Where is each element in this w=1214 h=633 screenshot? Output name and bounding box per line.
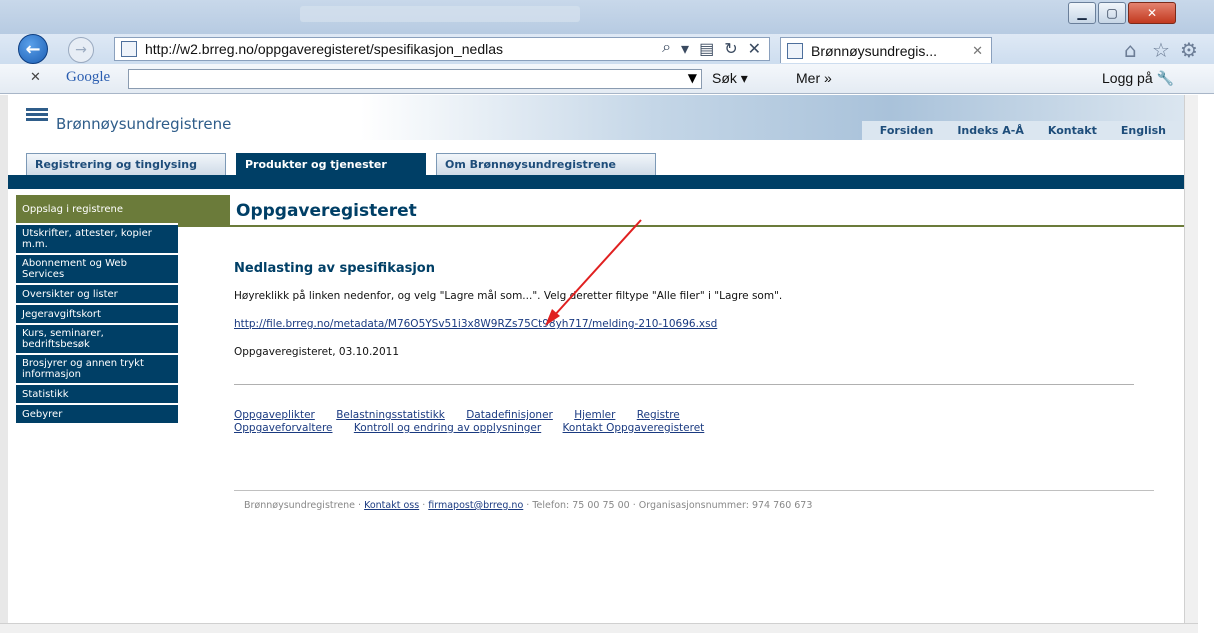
google-more-button[interactable]: Mer »: [796, 70, 832, 86]
footer-contact-link[interactable]: Kontakt oss: [364, 500, 419, 511]
stop-icon[interactable]: ✕: [748, 39, 761, 59]
minimize-button[interactable]: ▁: [1068, 2, 1096, 24]
footer-divider: [234, 490, 1154, 491]
tab-registrering[interactable]: Registrering og tinglysing: [26, 153, 226, 175]
search-icon[interactable]: ⌕: [662, 39, 671, 59]
top-links: Forsiden Indeks A-Å Kontakt English: [861, 121, 1184, 140]
toplink-english[interactable]: English: [1121, 124, 1166, 137]
page-viewport: Brønnøysundregistrene Forsiden Indeks A-…: [8, 95, 1184, 623]
google-login-button[interactable]: Logg på 🔧: [1102, 70, 1174, 87]
footer-org: Brønnøysundregistrene: [244, 500, 356, 511]
sidebar-item-statistikk[interactable]: Statistikk: [16, 385, 178, 403]
content-heading: Nedlasting av spesifikasjon: [234, 261, 435, 276]
title-bar: [0, 0, 1214, 34]
link-hjemler[interactable]: Hjemler: [574, 409, 615, 421]
tab-page-icon: [787, 42, 803, 59]
site-footer: Brønnøysundregistrene · Kontakt oss · fi…: [244, 500, 813, 511]
link-kontakt-oppgaveregisteret[interactable]: Kontakt Oppgaveregisteret: [563, 422, 705, 434]
toplink-indeks[interactable]: Indeks A-Å: [957, 124, 1024, 137]
link-kontroll[interactable]: Kontroll og endring av opplysninger: [354, 422, 541, 434]
link-datadefinisjoner[interactable]: Datadefinisjoner: [466, 409, 553, 421]
xsd-download-link[interactable]: http://file.brreg.no/metadata/M76O5YSv51…: [234, 318, 717, 330]
address-url[interactable]: http://w2.brreg.no/oppgaveregisteret/spe…: [145, 41, 662, 57]
title-accent: [178, 195, 230, 227]
date-line: Oppgaveregisteret, 03.10.2011: [234, 346, 400, 358]
tab-stripe: [8, 175, 1184, 189]
footer-email-link[interactable]: firmapost@brreg.no: [428, 500, 523, 511]
bottom-links-row1: Oppgaveplikter Belastningsstatistikk Dat…: [234, 409, 698, 421]
window-left-edge: [0, 95, 8, 623]
page-title: Oppgaveregisteret: [236, 201, 417, 221]
sidebar-item-brosjyrer[interactable]: Brosjyrer og annen trykt informasjon: [16, 355, 178, 383]
toplink-forsiden[interactable]: Forsiden: [880, 124, 934, 137]
sidebar-item-kurs[interactable]: Kurs, seminarer, bedriftsbesøk: [16, 325, 178, 353]
tab-om[interactable]: Om Brønnøysundregistrene: [436, 153, 656, 175]
bottom-links-row2: Oppgaveforvaltere Kontroll og endring av…: [234, 422, 722, 434]
horizontal-scrollbar[interactable]: [0, 623, 1198, 633]
google-search-label: Søk: [712, 70, 737, 86]
footer-orgnr: Organisasjonsnummer: 974 760 673: [638, 500, 813, 511]
google-search-button[interactable]: Søk ▾: [712, 70, 748, 87]
sidebar-menu: Oppslag i registrene Utskrifter, atteste…: [16, 195, 178, 425]
footer-phone: Telefon: 75 00 75 00: [532, 500, 630, 511]
link-belastningsstatistikk[interactable]: Belastningsstatistikk: [336, 409, 445, 421]
favorites-star-icon[interactable]: ☆: [1152, 38, 1170, 62]
sidebar-item-abonnement[interactable]: Abonnement og Web Services: [16, 255, 178, 283]
compat-icon[interactable]: ▤: [699, 39, 714, 59]
google-logo: Google: [66, 69, 111, 85]
maximize-button[interactable]: ▢: [1098, 2, 1126, 24]
window-title: [300, 6, 580, 22]
tab-produkter[interactable]: Produkter og tjenester: [236, 153, 426, 175]
main-content: Nedlasting av spesifikasjon Høyreklikk p…: [234, 261, 1164, 374]
brreg-logo-icon: [26, 108, 48, 124]
forward-button[interactable]: →: [68, 37, 94, 63]
back-button[interactable]: ←: [18, 34, 48, 64]
site-name[interactable]: Brønnøysundregistrene: [56, 115, 231, 133]
instruction-text: Høyreklikk på linken nedenfor, og velg "…: [234, 290, 783, 302]
google-search-input[interactable]: ▼: [128, 69, 702, 89]
toolbar-close-icon[interactable]: ✕: [30, 70, 41, 85]
tab-title: Brønnøysundregis...: [811, 42, 938, 59]
browser-tab[interactable]: Brønnøysundregis... ✕: [780, 37, 992, 63]
sidebar-item-gebyrer[interactable]: Gebyrer: [16, 405, 178, 423]
link-registre[interactable]: Registre: [637, 409, 680, 421]
sidebar-item-oversikter[interactable]: Oversikter og lister: [16, 285, 178, 303]
google-login-label: Logg på: [1102, 70, 1153, 86]
link-oppgaveplikter[interactable]: Oppgaveplikter: [234, 409, 315, 421]
page-header: Oppgaveregisteret: [230, 195, 1184, 227]
vertical-scrollbar[interactable]: [1184, 95, 1198, 623]
refresh-icon[interactable]: ↻: [724, 39, 737, 59]
sidebar-item-utskrifter[interactable]: Utskrifter, attester, kopier m.m.: [16, 225, 178, 253]
address-bar[interactable]: http://w2.brreg.no/oppgaveregisteret/spe…: [114, 37, 770, 61]
page-icon: [121, 41, 137, 57]
dropdown-icon[interactable]: ▾: [681, 39, 689, 59]
settings-gear-icon[interactable]: ⚙: [1180, 38, 1198, 62]
tab-close-icon[interactable]: ✕: [972, 43, 983, 59]
sidebar-item-jegeravgiftskort[interactable]: Jegeravgiftskort: [16, 305, 178, 323]
home-icon[interactable]: ⌂: [1124, 38, 1137, 62]
google-more-label: Mer: [796, 70, 821, 86]
toplink-kontakt[interactable]: Kontakt: [1048, 124, 1097, 137]
close-window-button[interactable]: ✕: [1128, 2, 1176, 24]
sidebar-item-oppslag[interactable]: Oppslag i registrene: [16, 195, 178, 223]
search-dropdown-icon[interactable]: ▼: [688, 71, 697, 85]
site-header: Brønnøysundregistrene Forsiden Indeks A-…: [8, 95, 1184, 140]
divider: [234, 384, 1134, 385]
browser-window: ▁ ▢ ✕ ← → http://w2.brreg.no/oppgaveregi…: [0, 0, 1214, 633]
link-oppgaveforvaltere[interactable]: Oppgaveforvaltere: [234, 422, 333, 434]
